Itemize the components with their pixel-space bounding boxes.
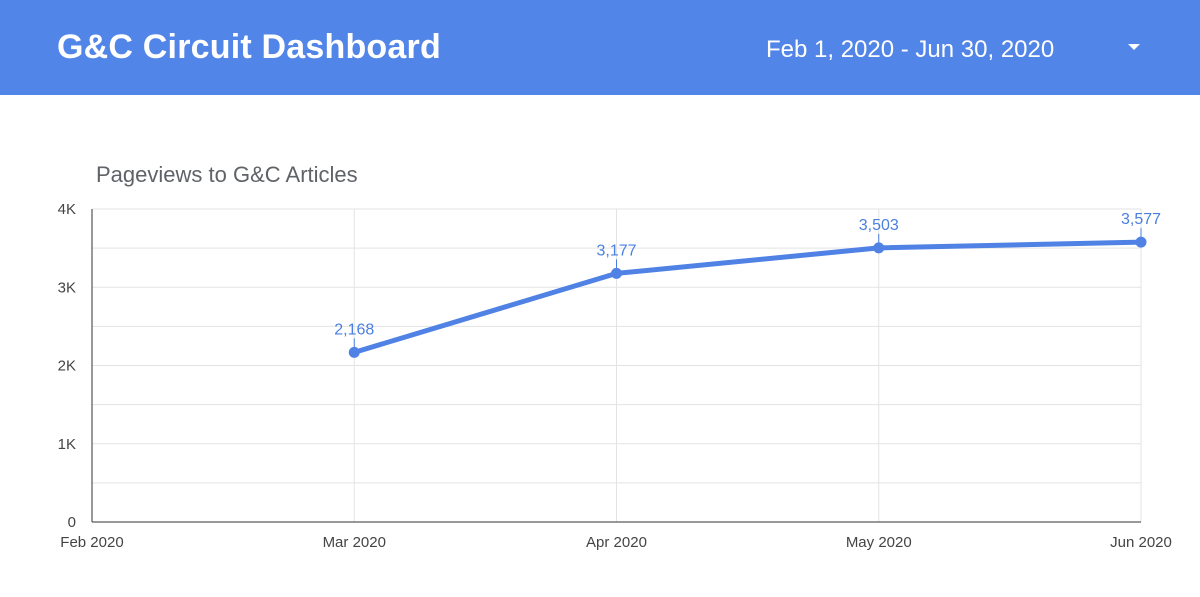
y-tick-label: 4K: [58, 201, 76, 218]
y-tick-label: 1K: [58, 436, 76, 453]
y-tick-label: 0: [68, 514, 76, 531]
data-point: [873, 242, 885, 254]
series-line: [351, 239, 1144, 355]
pageviews-line-chart: 0 1K 2K 3K 4K Feb 2020 Mar 2020 Apr 2020 May 202…: [58, 201, 1172, 551]
x-tick-label: May 2020: [846, 534, 912, 551]
x-tick-label: Apr 2020: [586, 534, 647, 551]
data-point: [611, 267, 622, 279]
data-point: [1135, 236, 1147, 248]
data-label: 2,168: [334, 321, 374, 338]
data-label: 3,503: [859, 217, 899, 234]
x-tick-label: Jun 2020: [1110, 534, 1172, 551]
y-tick-label: 3K: [58, 279, 76, 296]
x-tick-label: Feb 2020: [60, 534, 123, 551]
data-label: 3,177: [596, 242, 636, 259]
y-tick-label: 2K: [58, 358, 76, 375]
data-label: 3,577: [1121, 211, 1161, 228]
data-point: [348, 346, 360, 358]
x-tick-label: Mar 2020: [323, 534, 386, 551]
